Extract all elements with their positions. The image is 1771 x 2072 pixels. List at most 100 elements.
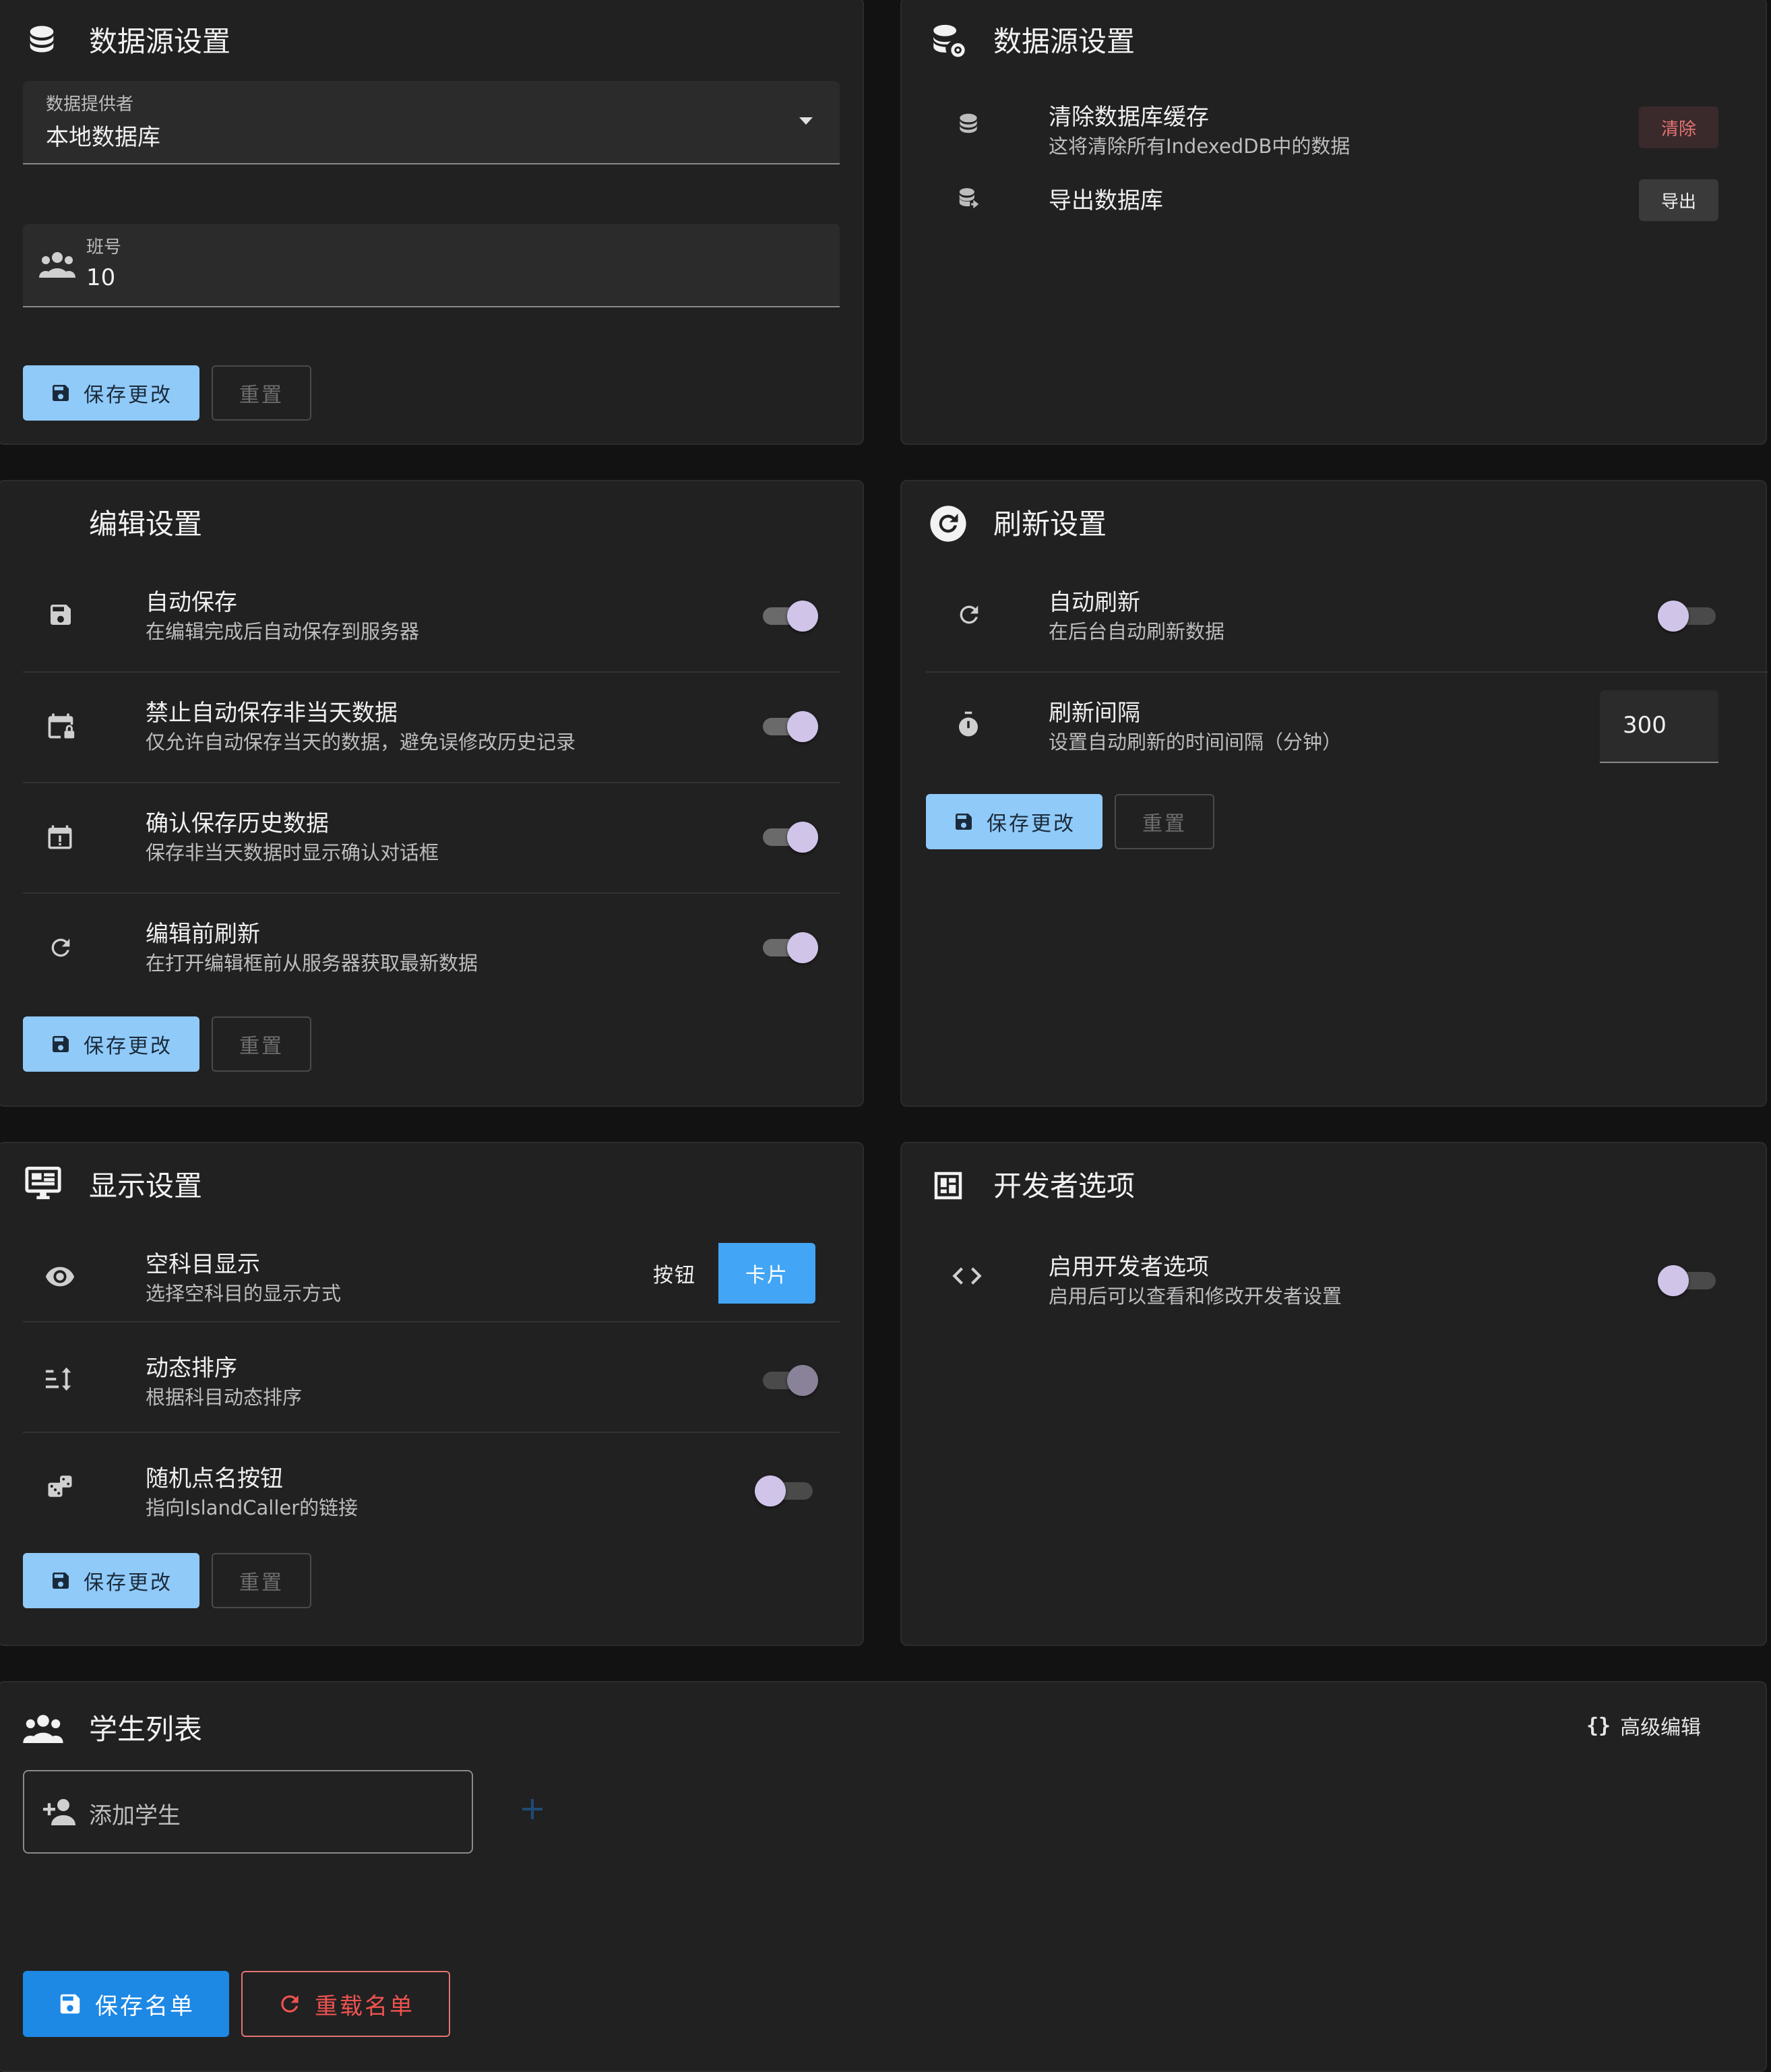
dynamic-sort-subtitle: 根据科目动态排序 bbox=[146, 1386, 303, 1409]
export-db-button[interactable]: 导出 bbox=[1639, 179, 1718, 221]
class-number-field[interactable]: 班号 10 bbox=[23, 224, 840, 307]
developer-enable-title: 启用开发者选项 bbox=[1049, 1254, 1209, 1281]
save-icon bbox=[956, 814, 972, 830]
advanced-edit-button[interactable]: {} 高级编辑 bbox=[1586, 1711, 1701, 1740]
confirm-history-subtitle: 保存非当天数据时显示确认对话框 bbox=[146, 841, 439, 864]
provider-value: 本地数据库 bbox=[46, 124, 160, 151]
divider bbox=[926, 671, 1768, 673]
refresh-save-label: 保存更改 bbox=[987, 812, 1076, 836]
no-autosave-history-switch[interactable] bbox=[757, 709, 818, 743]
developer-card: 开发者选项 启用开发者选项 启用后可以查看和修改开发者设置 bbox=[900, 1142, 1767, 1646]
refresh-before-edit-title: 编辑前刷新 bbox=[146, 921, 260, 948]
group-icon bbox=[22, 1713, 65, 1743]
random-call-subtitle: 指向IslandCaller的链接 bbox=[146, 1496, 359, 1519]
display-reset-button[interactable]: 重置 bbox=[212, 1553, 311, 1608]
edit-save-button[interactable]: 保存更改 bbox=[23, 1016, 199, 1072]
datasource-save-button[interactable]: 保存更改 bbox=[23, 365, 199, 421]
refresh-settings-card: 刷新设置 自动刷新 在后台自动刷新数据 刷新间隔 设置自动刷新的时间间隔（分钟）… bbox=[900, 480, 1768, 1107]
class-number-value: 10 bbox=[86, 264, 116, 291]
refresh-interval-title: 刷新间隔 bbox=[1049, 700, 1140, 727]
refresh-icon bbox=[47, 934, 74, 961]
refresh-interval-subtitle: 设置自动刷新的时间间隔（分钟） bbox=[1049, 731, 1342, 754]
developer-enable-subtitle: 启用后可以查看和修改开发者设置 bbox=[1049, 1285, 1342, 1308]
refresh-before-edit-subtitle: 在打开编辑框前从服务器获取最新数据 bbox=[146, 952, 478, 975]
reload-list-button[interactable]: 重载名单 bbox=[241, 1971, 450, 2037]
eye-icon bbox=[44, 1264, 75, 1287]
group-icon bbox=[39, 251, 75, 278]
auto-refresh-switch[interactable] bbox=[1658, 599, 1718, 632]
auto-save-switch[interactable] bbox=[757, 599, 818, 632]
save-icon bbox=[47, 601, 74, 628]
empty-subject-subtitle: 选择空科目的显示方式 bbox=[146, 1282, 342, 1305]
divider bbox=[23, 1321, 840, 1322]
confirm-history-title: 确认保存历史数据 bbox=[146, 810, 329, 837]
database-cog-icon bbox=[929, 22, 968, 61]
refresh-icon bbox=[281, 1995, 299, 2013]
refresh-before-edit-switch[interactable] bbox=[757, 930, 818, 964]
edit-reset-button[interactable]: 重置 bbox=[212, 1016, 311, 1072]
auto-save-title: 自动保存 bbox=[146, 589, 237, 616]
developer-title: 开发者选项 bbox=[993, 1169, 1136, 1202]
save-icon bbox=[53, 1036, 69, 1052]
datasource-card: 数据源设置 数据提供者 本地数据库 班号 10 保存更改 重置 bbox=[0, 0, 864, 445]
save-icon bbox=[60, 1994, 80, 2014]
code-icon bbox=[952, 1266, 983, 1286]
calendar-alert-icon bbox=[46, 822, 74, 852]
datasource-reset-button[interactable]: 重置 bbox=[212, 365, 311, 421]
class-number-label: 班号 bbox=[86, 237, 122, 257]
database-icon bbox=[956, 111, 981, 136]
auto-refresh-title: 自动刷新 bbox=[1049, 589, 1140, 616]
dice-icon bbox=[46, 1472, 74, 1500]
add-student-placeholder: 添加学生 bbox=[89, 1802, 181, 1829]
edit-settings-card: 编辑设置 自动保存 在编辑完成后自动保存到服务器 禁止自动保存非当天数据 仅允许… bbox=[0, 480, 864, 1107]
random-call-switch[interactable] bbox=[755, 1473, 815, 1507]
display-save-button[interactable]: 保存更改 bbox=[23, 1553, 199, 1608]
reload-list-label: 重载名单 bbox=[315, 1992, 414, 2020]
refresh-settings-title: 刷新设置 bbox=[993, 508, 1107, 541]
provider-select[interactable]: 数据提供者 本地数据库 bbox=[23, 81, 840, 164]
empty-subject-option-card[interactable]: 卡片 bbox=[718, 1243, 815, 1304]
student-list-card: 学生列表 {} 高级编辑 添加学生 保存名单 重载名单 bbox=[0, 1681, 1767, 2072]
database-export-icon bbox=[956, 186, 983, 212]
add-icon[interactable] bbox=[519, 1796, 546, 1823]
datasource-actions-card: 数据源设置 清除数据库缓存 这将清除所有IndexedDB中的数据 清除 导出数… bbox=[900, 0, 1767, 445]
developer-enable-switch[interactable] bbox=[1658, 1263, 1718, 1297]
datasource-actions-title: 数据源设置 bbox=[993, 25, 1136, 58]
random-call-title: 随机点名按钮 bbox=[146, 1465, 283, 1492]
divider bbox=[23, 671, 840, 673]
dynamic-sort-switch[interactable] bbox=[757, 1363, 818, 1397]
dashboard-icon bbox=[930, 1167, 966, 1204]
empty-subject-title: 空科目显示 bbox=[146, 1251, 260, 1278]
advanced-edit-label: 高级编辑 bbox=[1620, 1716, 1702, 1740]
refresh-save-button[interactable]: 保存更改 bbox=[926, 794, 1102, 849]
student-list-title: 学生列表 bbox=[89, 1713, 203, 1746]
confirm-history-switch[interactable] bbox=[757, 820, 818, 853]
chevron-down-icon bbox=[798, 116, 814, 127]
empty-subject-option-button[interactable]: 按钮 bbox=[631, 1243, 718, 1304]
save-list-label: 保存名单 bbox=[95, 1992, 195, 2020]
database-icon bbox=[24, 22, 59, 57]
display-settings-title: 显示设置 bbox=[89, 1169, 203, 1202]
no-autosave-history-subtitle: 仅允许自动保存当天的数据，避免误修改历史记录 bbox=[146, 731, 576, 754]
edit-save-label: 保存更改 bbox=[84, 1035, 173, 1058]
refresh-interval-input[interactable]: 300 bbox=[1600, 690, 1718, 763]
sort-icon bbox=[44, 1366, 75, 1393]
divider bbox=[23, 1432, 840, 1433]
calendar-lock-icon bbox=[46, 710, 75, 741]
refresh-icon bbox=[956, 601, 983, 628]
refresh-interval-value: 300 bbox=[1623, 712, 1667, 739]
auto-refresh-subtitle: 在后台自动刷新数据 bbox=[1049, 620, 1225, 643]
clear-cache-subtitle: 这将清除所有IndexedDB中的数据 bbox=[1049, 135, 1350, 158]
divider bbox=[23, 892, 840, 894]
clear-cache-title: 清除数据库缓存 bbox=[1049, 104, 1209, 131]
display-save-label: 保存更改 bbox=[84, 1571, 173, 1595]
datasource-title: 数据源设置 bbox=[89, 25, 231, 58]
save-list-button[interactable]: 保存名单 bbox=[23, 1971, 229, 2037]
datasource-save-label: 保存更改 bbox=[84, 384, 173, 407]
add-student-input[interactable]: 添加学生 bbox=[23, 1770, 473, 1854]
person-add-icon bbox=[42, 1798, 78, 1825]
divider bbox=[23, 782, 840, 783]
clear-cache-button[interactable]: 清除 bbox=[1639, 106, 1718, 148]
refresh-reset-button[interactable]: 重置 bbox=[1115, 794, 1214, 849]
auto-save-subtitle: 在编辑完成后自动保存到服务器 bbox=[146, 620, 420, 643]
